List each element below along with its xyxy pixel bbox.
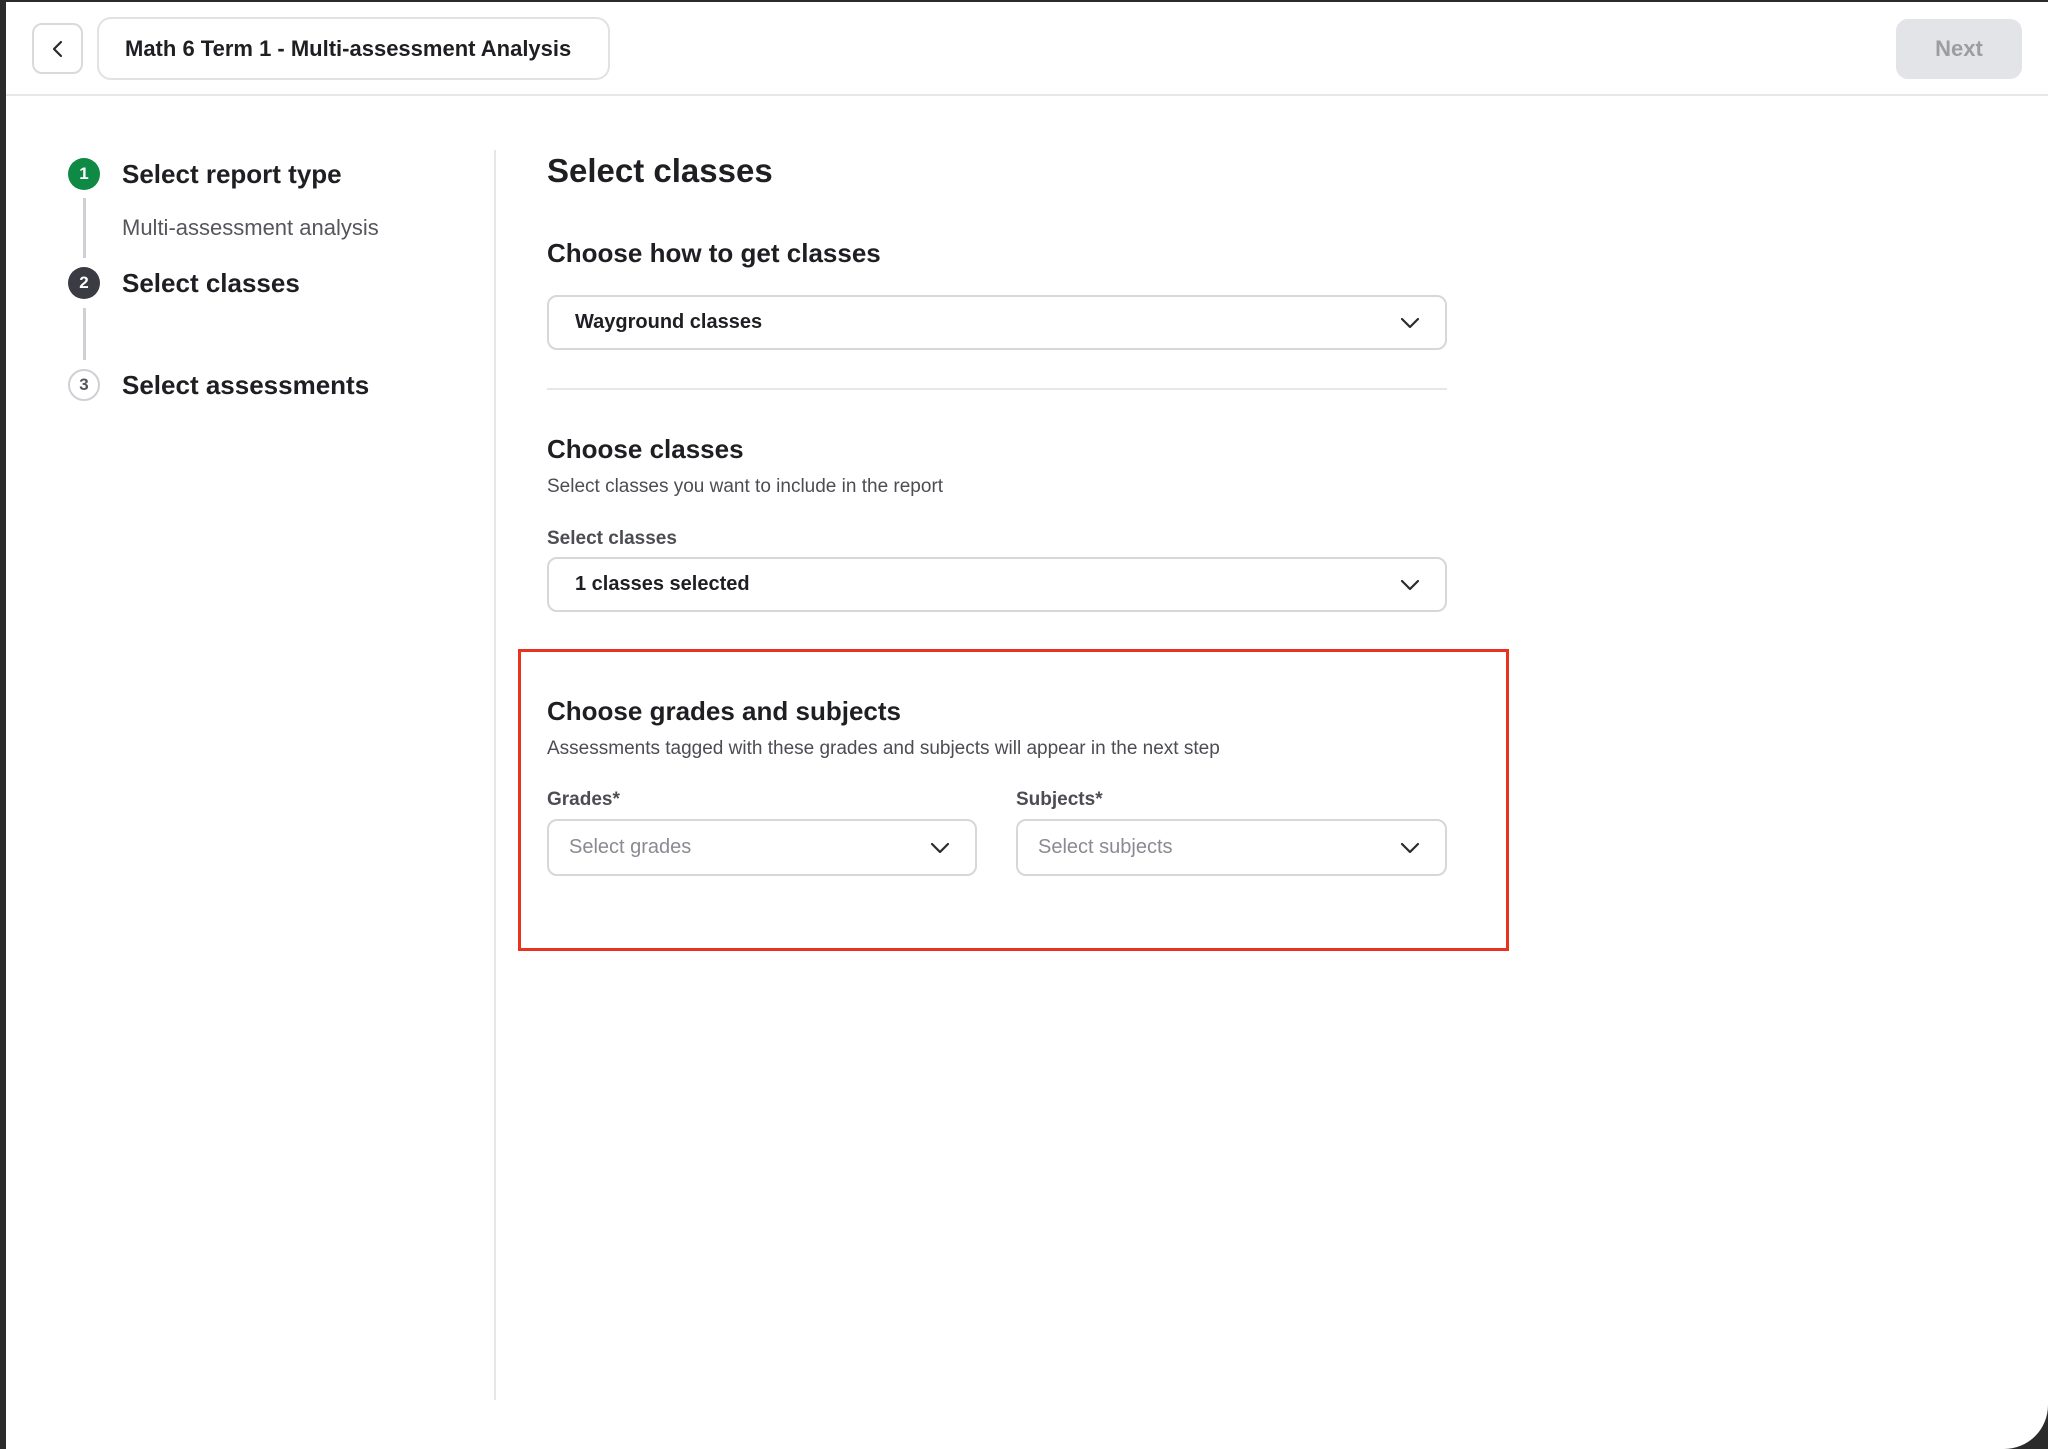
stepper-divider [494,150,496,1400]
choose-classes-description: Select classes you want to include in th… [547,476,944,497]
grades-placeholder: Select grades [569,836,692,858]
step-1-indicator: 1 [68,158,100,190]
highlight-annotation [518,649,1509,951]
classes-select[interactable]: 1 classes selected [547,557,1447,612]
chevron-down-icon [930,842,950,853]
app-window: Math 6 Term 1 - Multi-assessment Analysi… [6,2,2048,1449]
page-title: Select classes [547,152,773,189]
step-3-indicator: 3 [68,369,100,401]
grades-label: Grades* [547,789,620,810]
chevron-down-icon [1400,317,1420,328]
section-divider [547,388,1447,390]
next-button[interactable]: Next [1896,19,2022,79]
step-1-subtitle: Multi-assessment analysis [122,215,379,240]
step-1-title[interactable]: Select report type [122,159,342,190]
class-source-select[interactable]: Wayground classes [547,295,1447,350]
chevron-down-icon [1400,579,1420,590]
select-classes-label: Select classes [547,528,677,549]
step-connector [83,308,86,360]
grades-subjects-heading: Choose grades and subjects [547,696,901,726]
step-2-indicator: 2 [68,267,100,299]
choose-classes-heading: Choose classes [547,434,744,464]
grades-subjects-description: Assessments tagged with these grades and… [547,738,1220,759]
step-2-title[interactable]: Select classes [122,268,300,299]
subjects-select[interactable]: Select subjects [1016,819,1447,876]
step-3-title[interactable]: Select assessments [122,370,369,401]
subjects-label: Subjects* [1016,789,1103,810]
source-heading: Choose how to get classes [547,238,881,268]
class-source-value: Wayground classes [575,311,763,333]
subjects-placeholder: Select subjects [1038,836,1173,858]
step-connector [83,198,86,258]
back-button[interactable] [32,23,83,74]
report-title[interactable]: Math 6 Term 1 - Multi-assessment Analysi… [97,17,610,80]
grades-select[interactable]: Select grades [547,819,977,876]
chevron-left-icon [52,40,62,57]
chevron-down-icon [1400,842,1420,853]
classes-select-value: 1 classes selected [575,573,750,595]
top-bar: Math 6 Term 1 - Multi-assessment Analysi… [6,2,2048,96]
